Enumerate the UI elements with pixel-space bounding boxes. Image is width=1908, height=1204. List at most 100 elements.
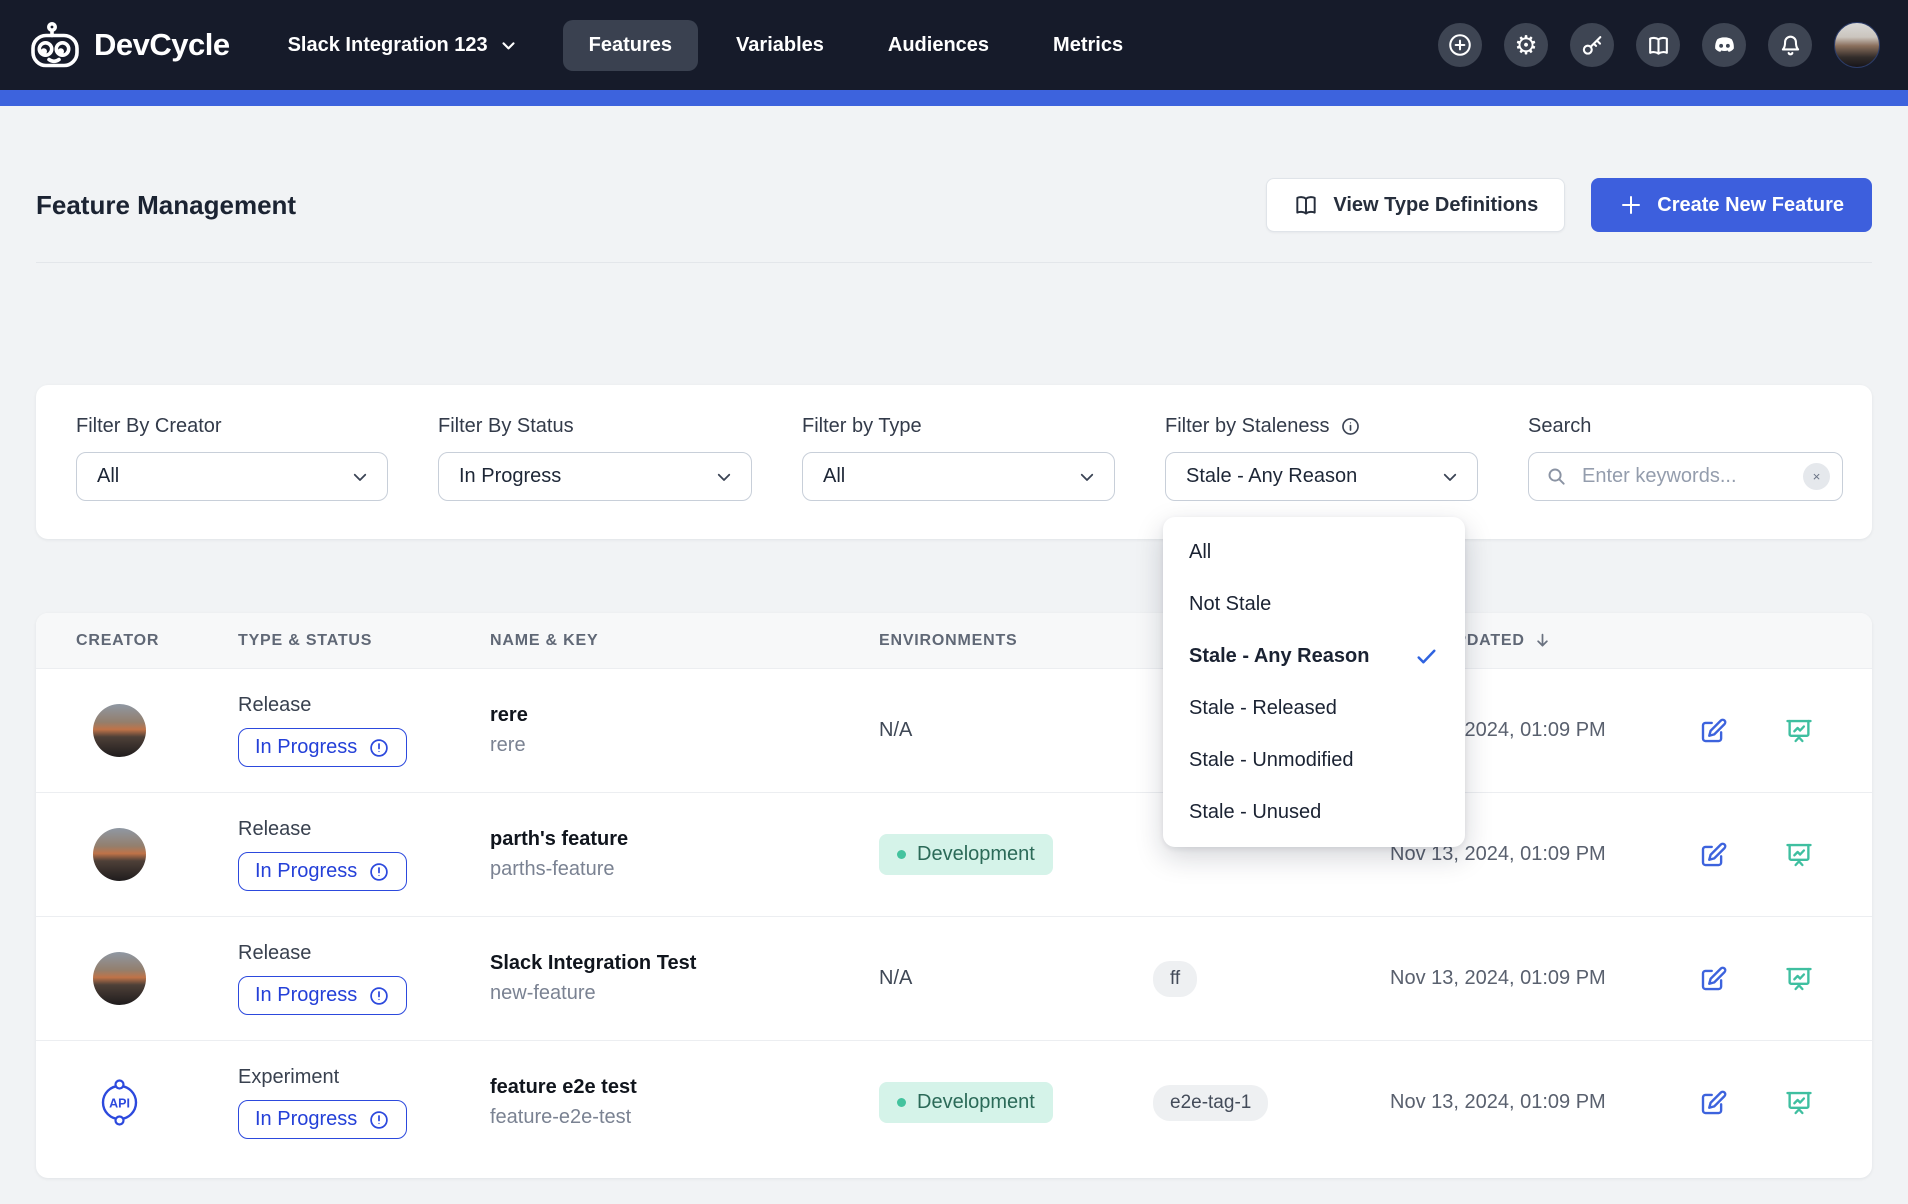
warning-circle-icon	[368, 985, 390, 1007]
staleness-option-stale-unmodified[interactable]: Stale - Unmodified	[1163, 734, 1465, 786]
create-new-feature-label: Create New Feature	[1657, 194, 1844, 217]
filter-type-group: Filter by Type All	[802, 415, 1115, 501]
creator-avatar[interactable]	[93, 828, 146, 881]
search-clear-button[interactable]: ×	[1803, 463, 1830, 490]
feature-metrics-icon[interactable]	[1784, 840, 1814, 870]
filter-bar: Filter By Creator All Filter By Status I…	[36, 385, 1872, 539]
table-row[interactable]: Release In Progress parth's feature part…	[36, 792, 1872, 916]
feature-metrics-icon[interactable]	[1784, 1088, 1814, 1118]
filter-status-value: In Progress	[459, 465, 561, 488]
tab-features[interactable]: Features	[563, 20, 698, 71]
feature-name[interactable]: parth's feature	[490, 828, 879, 851]
creator-avatar[interactable]	[93, 952, 146, 1005]
staleness-option-not-stale[interactable]: Not Stale	[1163, 578, 1465, 630]
notifications-button[interactable]	[1768, 23, 1812, 67]
tab-metrics[interactable]: Metrics	[1027, 20, 1149, 71]
feature-name[interactable]: Slack Integration Test	[490, 952, 879, 975]
feature-name[interactable]: rere	[490, 704, 879, 727]
filter-staleness-label-text: Filter by Staleness	[1165, 415, 1330, 438]
bell-icon	[1778, 33, 1803, 58]
api-creator-avatar[interactable]: API	[93, 1076, 146, 1129]
staleness-option-stale-any-reason[interactable]: Stale - Any Reason	[1163, 630, 1465, 682]
app-window: DevCycle Slack Integration 123 Features …	[0, 0, 1908, 1204]
feature-type: Release	[238, 694, 490, 717]
tag-pill: e2e-tag-1	[1153, 1085, 1268, 1121]
chevron-down-icon	[715, 468, 733, 486]
status-badge-label: In Progress	[255, 860, 357, 883]
devcycle-robot-logo-icon	[28, 22, 82, 68]
sort-descending-icon	[1533, 631, 1552, 650]
main-nav-tabs: Features Variables Audiences Metrics	[563, 20, 1149, 71]
staleness-option-stale-released[interactable]: Stale - Released	[1163, 682, 1465, 734]
search-label: Search	[1528, 415, 1843, 438]
feature-metrics-icon[interactable]	[1784, 716, 1814, 746]
brand[interactable]: DevCycle	[28, 22, 230, 68]
status-badge-label: In Progress	[255, 1108, 357, 1131]
status-badge[interactable]: In Progress	[238, 728, 407, 767]
filter-staleness-select[interactable]: Stale - Any Reason	[1165, 452, 1478, 501]
environment-dot-icon	[897, 850, 906, 859]
chevron-down-icon	[1441, 468, 1459, 486]
feature-name[interactable]: feature e2e test	[490, 1076, 879, 1099]
api-avatar-text: API	[109, 1097, 130, 1111]
staleness-option-all[interactable]: All	[1163, 526, 1465, 578]
edit-feature-icon[interactable]	[1698, 1088, 1728, 1118]
create-new-feature-button[interactable]: Create New Feature	[1591, 178, 1872, 232]
updated-timestamp: Nov 13, 2024, 01:09 PM	[1390, 967, 1690, 990]
edit-feature-icon[interactable]	[1698, 840, 1728, 870]
top-navbar: DevCycle Slack Integration 123 Features …	[0, 0, 1908, 90]
plus-icon	[1619, 193, 1643, 217]
chevron-down-icon	[500, 37, 517, 54]
environment-label: Development	[917, 1091, 1035, 1114]
feature-key: new-feature	[490, 982, 879, 1005]
table-row[interactable]: Release In Progress Slack Integration Te…	[36, 916, 1872, 1040]
filter-creator-select[interactable]: All	[76, 452, 388, 501]
docs-button[interactable]	[1636, 23, 1680, 67]
column-header-creator[interactable]: CREATOR	[76, 632, 238, 650]
api-keys-button[interactable]	[1570, 23, 1614, 67]
tab-audiences[interactable]: Audiences	[862, 20, 1015, 71]
filter-status-label: Filter By Status	[438, 415, 752, 438]
project-selector[interactable]: Slack Integration 123	[288, 34, 517, 57]
accent-bar	[0, 90, 1908, 106]
feature-type: Experiment	[238, 1066, 490, 1089]
environments-value: N/A	[879, 967, 912, 989]
settings-button[interactable]: ⚙	[1504, 23, 1548, 67]
filter-staleness-value: Stale - Any Reason	[1186, 465, 1357, 488]
edit-feature-icon[interactable]	[1698, 716, 1728, 746]
view-type-definitions-button[interactable]: View Type Definitions	[1266, 178, 1565, 232]
status-badge[interactable]: In Progress	[238, 1100, 407, 1139]
plus-circle-icon	[1447, 32, 1473, 58]
environment-badge: Development	[879, 1082, 1053, 1123]
table-row[interactable]: Release In Progress rere rere N/A Nov 13…	[36, 668, 1872, 792]
staleness-option-stale-unused[interactable]: Stale - Unused	[1163, 786, 1465, 838]
filter-creator-value: All	[97, 465, 119, 488]
discord-button[interactable]	[1702, 23, 1746, 67]
project-selector-label: Slack Integration 123	[288, 34, 488, 57]
feature-metrics-icon[interactable]	[1784, 964, 1814, 994]
edit-feature-icon[interactable]	[1698, 964, 1728, 994]
chevron-down-icon	[1078, 468, 1096, 486]
column-header-environments[interactable]: ENVIRONMENTS	[879, 632, 1153, 650]
features-table: CREATOR TYPE & STATUS NAME & KEY ENVIRON…	[36, 613, 1872, 1178]
filter-type-select[interactable]: All	[802, 452, 1115, 501]
creator-avatar[interactable]	[93, 704, 146, 757]
user-profile-avatar[interactable]	[1834, 22, 1880, 68]
warning-circle-icon	[368, 861, 390, 883]
status-badge[interactable]: In Progress	[238, 852, 407, 891]
feature-type: Release	[238, 818, 490, 841]
filter-status-select[interactable]: In Progress	[438, 452, 752, 501]
column-header-name-key[interactable]: NAME & KEY	[490, 632, 879, 650]
navbar-icon-buttons: ⚙	[1438, 22, 1880, 68]
table-row[interactable]: API Experiment In Progress feature e2e t…	[36, 1040, 1872, 1164]
book-icon	[1646, 33, 1671, 58]
create-button[interactable]	[1438, 23, 1482, 67]
search-input[interactable]	[1582, 465, 1789, 488]
check-icon	[1414, 644, 1439, 669]
filter-staleness-label: Filter by Staleness	[1165, 415, 1478, 438]
info-icon[interactable]	[1340, 416, 1361, 437]
tab-variables[interactable]: Variables	[710, 20, 850, 71]
key-icon	[1580, 33, 1605, 58]
status-badge[interactable]: In Progress	[238, 976, 407, 1015]
column-header-type-status[interactable]: TYPE & STATUS	[238, 632, 490, 650]
